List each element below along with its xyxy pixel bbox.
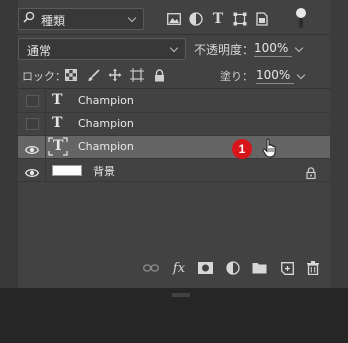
opacity-value-field[interactable]: 100% [254, 41, 288, 55]
opacity-underline [254, 56, 292, 57]
layer-row-selected[interactable]: T Champion 1 [18, 136, 330, 159]
layer-row[interactable]: T Champion [18, 90, 330, 113]
step-marker-badge: 1 [232, 139, 252, 159]
filter-kind-label: 種類 [41, 14, 66, 28]
lock-artboard-icon[interactable] [128, 66, 146, 84]
panel-resize-grip[interactable] [172, 282, 190, 297]
panel-right-gutter [330, 0, 348, 288]
layer-name: Champion [78, 94, 134, 107]
adjustment-icon[interactable] [224, 259, 242, 277]
layer-name: 背景 [93, 165, 115, 178]
layer-name: Champion [78, 140, 134, 153]
visibility-toggle[interactable] [18, 159, 46, 181]
filter-row: 種類 T [18, 6, 330, 32]
toggle-knob [296, 8, 306, 18]
background-thumbnail [52, 165, 82, 176]
type-filter-icon[interactable]: T [208, 9, 228, 29]
layer-name: Champion [78, 117, 134, 130]
visibility-toggle[interactable] [18, 113, 46, 135]
shape-filter-icon[interactable] [230, 9, 250, 29]
lock-transparent-pixels-icon[interactable] [62, 66, 80, 84]
text-layer-icon: T [52, 92, 63, 108]
new-layer-icon[interactable] [278, 259, 296, 277]
divider [18, 88, 330, 89]
folder-icon[interactable] [250, 259, 268, 277]
lock-label: ロック： [22, 70, 66, 83]
chevron-down-icon [169, 43, 179, 53]
text-layer-icon: T [52, 115, 63, 131]
image-filter-icon[interactable] [164, 9, 184, 29]
fx-icon[interactable]: fx [170, 259, 188, 277]
layers-bottom-toolbar: fx [18, 255, 330, 281]
lock-image-pixels-icon[interactable] [84, 66, 102, 84]
opacity-chevron-icon[interactable] [294, 43, 304, 53]
divider [18, 34, 330, 35]
filter-kind-select[interactable]: 種類 [18, 8, 144, 30]
smart-object-filter-icon[interactable] [252, 9, 272, 29]
visibility-off-box [26, 95, 39, 107]
opacity-label: 不透明度： [194, 43, 255, 57]
fill-value-field[interactable]: 100% [256, 68, 290, 82]
fill-underline [256, 83, 294, 84]
lock-row: ロック： 塗り： 100% [18, 63, 330, 87]
chevron-down-icon [127, 13, 137, 23]
mask-icon[interactable] [196, 259, 214, 277]
panel-left-edge [0, 0, 18, 288]
visibility-off-box [26, 118, 39, 130]
lock-all-icon[interactable] [150, 66, 168, 84]
adjustment-filter-icon[interactable] [186, 9, 206, 29]
link-icon[interactable] [142, 259, 160, 277]
eye-icon [24, 141, 40, 160]
layer-row[interactable]: 背景 [18, 159, 330, 182]
blend-mode-select[interactable]: 通常 [18, 38, 186, 60]
fill-label: 塗り： [220, 70, 253, 83]
fill-chevron-icon[interactable] [296, 70, 306, 80]
filter-toggle-switch[interactable] [296, 8, 306, 30]
trash-icon[interactable] [304, 259, 322, 277]
blend-row: 通常 不透明度： 100% [18, 36, 330, 62]
lock-icon[interactable] [306, 164, 316, 183]
eye-icon [24, 164, 40, 183]
text-layer-icon: T [53, 138, 64, 154]
blend-mode-label: 通常 [27, 44, 52, 58]
layer-row[interactable]: T Champion [18, 113, 330, 136]
search-icon [23, 11, 35, 27]
lock-position-icon[interactable] [106, 66, 124, 84]
visibility-toggle[interactable] [18, 136, 46, 158]
visibility-toggle[interactable] [18, 90, 46, 112]
